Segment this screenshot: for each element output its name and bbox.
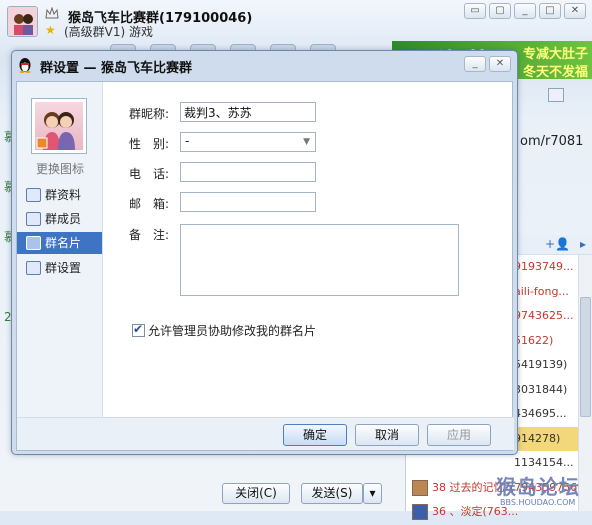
nickname-input[interactable] [180,102,316,122]
change-icon-link[interactable]: 更换图标 [17,160,103,177]
settings-sidebar: 更换图标 群资料 群成员 群名片 群设置 [17,82,103,450]
dialog-titlebar: 群设置 — 猴岛飞车比赛群 _ ✕ [12,51,517,79]
minimize-icon[interactable]: _ [464,56,486,72]
allow-admin-edit-checkbox[interactable] [132,322,145,337]
chevron-down-icon: ▼ [303,137,310,147]
dialog-footer: 确定 取消 应用 [17,417,514,450]
ad-line-2: 冬天不发福 [522,65,588,79]
note-label: 备 注: [129,228,170,242]
sidebar-item-label: 群设置 [45,261,82,275]
more-icon[interactable]: ▸ [580,237,586,251]
star-icon: ★ [45,23,56,37]
announcement-text: om/r7081 [520,134,584,149]
member-list-scrollbar[interactable] [578,255,592,511]
gender-label: 性 别: [129,137,170,151]
window-controls: ▭ ▢ _ □ ✕ [464,3,586,19]
qq-penguin-icon [19,58,31,73]
send-button[interactable]: 发送(S) [301,483,363,504]
chat-titlebar: 猴岛飞车比赛群(179100046) ★ (高级群V1) 游戏 ▭ ▢ _ □ … [0,0,592,42]
group-members-icon [26,212,41,226]
dialog-body: 更换图标 群资料 群成员 群名片 群设置 群昵称: 性 别: - ▼ 电 话: [16,81,514,451]
announcement-icon[interactable] [548,88,564,102]
minimize-icon[interactable]: _ [514,3,536,19]
group-card-icon [26,236,41,250]
dialog-title: 群设置 — 猴岛飞车比赛群 [40,61,193,76]
close-chat-button[interactable]: 关闭(C) [222,483,290,504]
email-input[interactable] [180,192,316,212]
member-avatar [412,504,428,520]
ok-button[interactable]: 确定 [283,424,347,446]
note-textarea[interactable] [180,224,459,296]
cancel-button[interactable]: 取消 [355,424,419,446]
ad-line-1: 专减大肚子 [522,47,588,62]
skin-icon[interactable]: ▢ [489,3,511,19]
phone-label: 电 话: [129,167,170,181]
dialog-window-controls: _ ✕ [464,56,511,72]
sidebar-item-group-members[interactable]: 群成员 [17,208,102,230]
group-card-form: 群昵称: 性 别: - ▼ 电 话: 邮 箱: 备 注: 允许管理员协助修改我的… [107,82,512,450]
gender-select[interactable]: - ▼ [180,132,316,152]
forum-watermark-url: BBS.HOUDAO.COM [500,498,576,507]
group-info-icon [26,188,41,202]
crown-icon [45,7,59,19]
group-icon[interactable] [31,98,87,154]
sidebar-item-group-settings[interactable]: 群设置 [17,257,102,279]
email-label: 邮 箱: [129,197,170,211]
nickname-label: 群昵称: [129,107,170,121]
maximize-icon[interactable]: □ [539,3,561,19]
allow-admin-edit-label: 允许管理员协助修改我的群名片 [148,324,317,338]
group-settings-icon [26,261,41,275]
sidebar-item-group-info[interactable]: 群资料 [17,184,102,206]
restore-icon[interactable]: ▭ [464,3,486,19]
sidebar-item-group-card[interactable]: 群名片 [17,232,102,254]
allow-admin-edit-row[interactable]: 允许管理员协助修改我的群名片 [132,322,316,339]
scrollbar-thumb[interactable] [580,297,591,417]
add-member-icon[interactable]: +👤 [545,237,570,251]
apply-button[interactable]: 应用 [427,424,491,446]
sidebar-item-label: 群成员 [45,212,82,226]
gender-value: - [185,134,190,148]
group-avatar[interactable] [7,6,38,37]
chat-subtitle: (高级群V1) 游戏 [64,25,154,39]
group-settings-dialog: 群设置 — 猴岛飞车比赛群 _ ✕ 更换图标 群资料 群成员 群名片 群设置 群… [11,50,518,455]
sidebar-item-label: 群名片 [45,236,82,250]
close-icon[interactable]: ✕ [564,3,586,19]
close-icon[interactable]: ✕ [489,56,511,72]
member-avatar [412,479,428,496]
phone-input[interactable] [180,162,316,182]
send-options-dropdown[interactable]: ▾ [363,483,382,504]
forum-watermark: 猴岛论坛 [496,475,580,499]
sidebar-item-label: 群资料 [45,188,82,202]
